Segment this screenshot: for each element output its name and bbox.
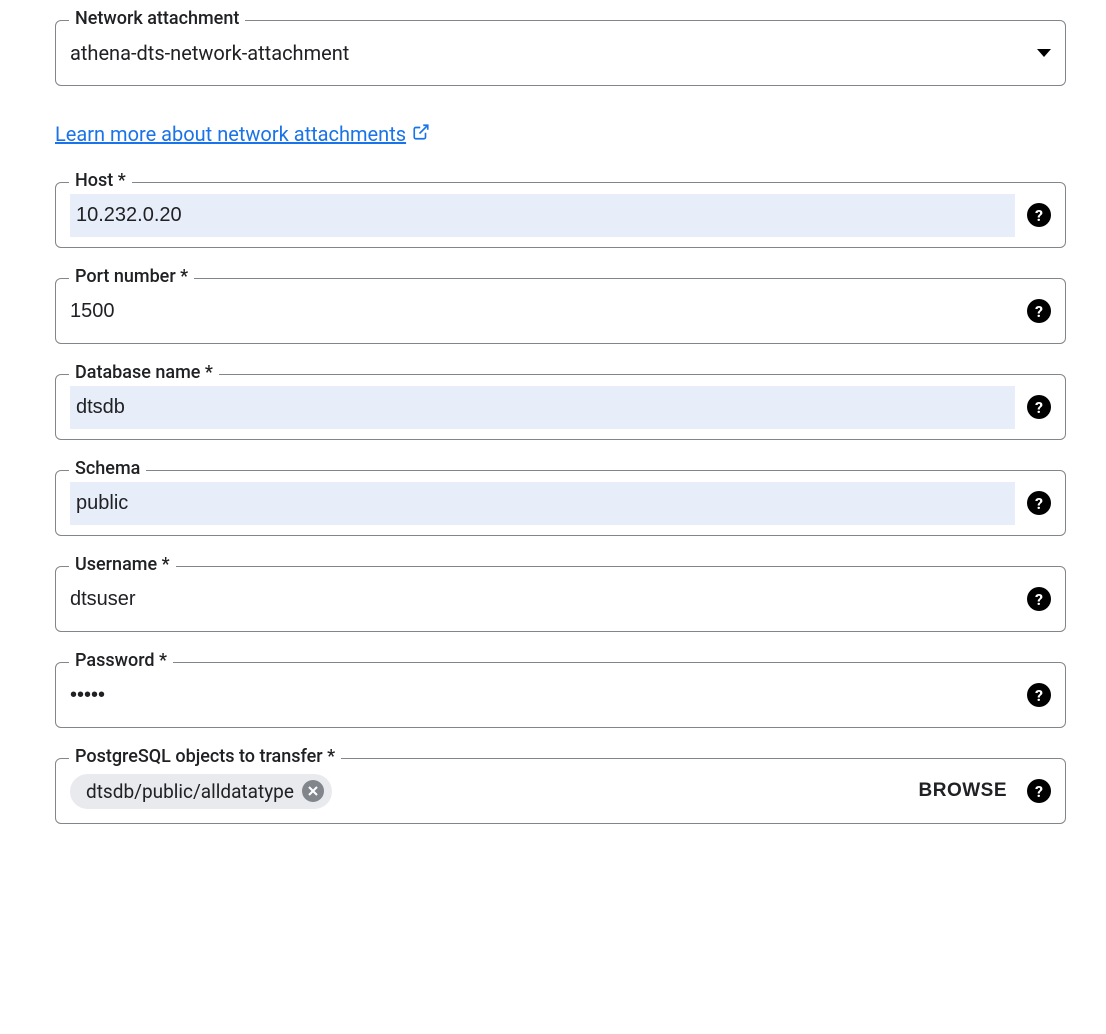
- external-link-icon: [412, 122, 430, 146]
- database-name-label: Database name *: [69, 362, 219, 383]
- object-chip[interactable]: dtsdb/public/alldatatype: [70, 774, 332, 809]
- network-attachment-value: athena-dts-network-attachment: [70, 23, 1027, 83]
- port-number-label: Port number *: [69, 266, 194, 287]
- schema-field: Schema ?: [55, 470, 1066, 536]
- username-field: Username * ?: [55, 566, 1066, 632]
- database-name-field: Database name * ?: [55, 374, 1066, 440]
- port-number-input[interactable]: [70, 282, 1015, 341]
- chevron-down-icon: [1037, 49, 1051, 57]
- password-input[interactable]: [70, 666, 1015, 725]
- learn-more-link[interactable]: Learn more about network attachments: [55, 122, 430, 146]
- help-icon[interactable]: ?: [1027, 395, 1051, 419]
- browse-button[interactable]: BROWSE: [919, 780, 1008, 802]
- username-label: Username *: [69, 554, 176, 575]
- port-number-field: Port number * ?: [55, 278, 1066, 344]
- help-icon[interactable]: ?: [1027, 203, 1051, 227]
- host-field: Host * ?: [55, 182, 1066, 248]
- help-icon[interactable]: ?: [1027, 779, 1051, 803]
- network-attachment-select[interactable]: athena-dts-network-attachment: [55, 20, 1066, 86]
- network-attachment-label: Network attachment: [69, 8, 245, 29]
- schema-label: Schema: [69, 458, 146, 479]
- objects-to-transfer-field: PostgreSQL objects to transfer * dtsdb/p…: [55, 758, 1066, 824]
- schema-input[interactable]: [70, 482, 1015, 525]
- host-input[interactable]: [70, 194, 1015, 237]
- chip-container: dtsdb/public/alldatatype: [70, 760, 919, 823]
- close-icon[interactable]: [302, 780, 324, 802]
- password-field: Password * ?: [55, 662, 1066, 728]
- help-icon[interactable]: ?: [1027, 491, 1051, 515]
- help-icon[interactable]: ?: [1027, 299, 1051, 323]
- help-icon[interactable]: ?: [1027, 683, 1051, 707]
- network-attachment-field: Network attachment athena-dts-network-at…: [55, 20, 1066, 86]
- learn-more-text: Learn more about network attachments: [55, 122, 406, 146]
- help-icon[interactable]: ?: [1027, 587, 1051, 611]
- password-label: Password *: [69, 650, 173, 671]
- chip-text: dtsdb/public/alldatatype: [86, 780, 294, 803]
- username-input[interactable]: [70, 570, 1015, 629]
- host-label: Host *: [69, 170, 132, 191]
- objects-to-transfer-label: PostgreSQL objects to transfer *: [69, 746, 341, 767]
- database-name-input[interactable]: [70, 386, 1015, 429]
